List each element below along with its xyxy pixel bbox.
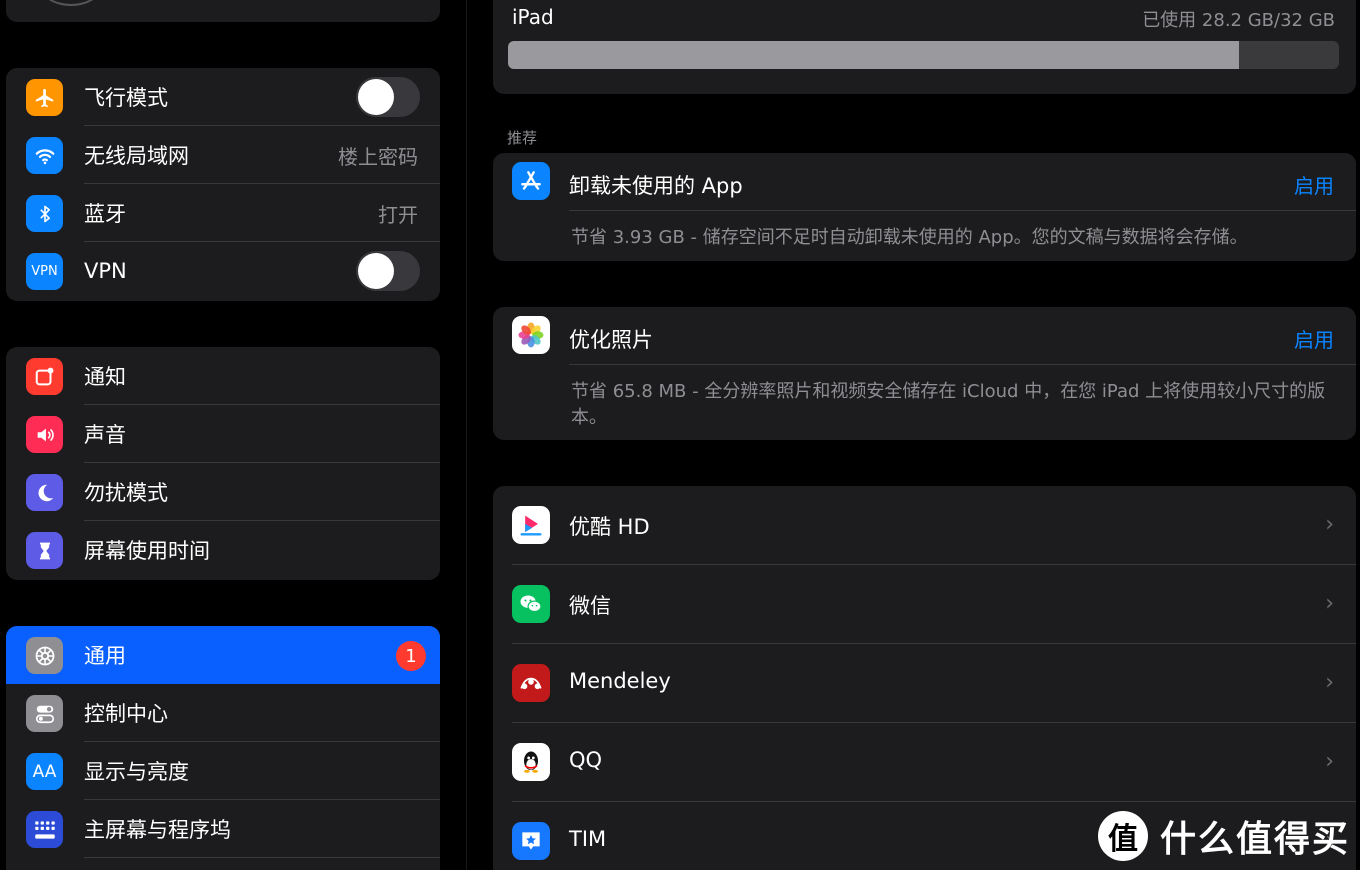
notifications-group: 通知 声音 勿扰模式 屏幕使用时间 (6, 347, 440, 580)
storage-bar-fill (508, 41, 1240, 69)
wechat-icon (512, 585, 550, 623)
bluetooth-status: 打开 (378, 202, 418, 227)
update-badge: 1 (396, 641, 426, 671)
sound-icon (26, 416, 63, 453)
app-name: QQ (569, 748, 603, 772)
sidebar-item-label: 主屏幕与程序坞 (84, 818, 231, 842)
connectivity-group: 飞行模式 无线局域网 楼上密码 蓝牙 打开 VPN VPN (6, 68, 440, 301)
qq-icon (512, 743, 550, 781)
sidebar-item-sound[interactable]: 声音 (6, 405, 440, 463)
row-divider (84, 857, 440, 858)
recommendation-header: 卸载未使用的 App 启用 (493, 153, 1356, 211)
list-item-qq[interactable]: QQ › (493, 723, 1356, 802)
airplane-icon (26, 79, 63, 116)
sidebar-item-display-brightness[interactable]: AA 显示与亮度 (6, 742, 440, 800)
app-name: 微信 (569, 594, 611, 618)
recommendation-description: 节省 3.93 GB - 储存空间不足时自动卸载未使用的 App。您的文稿与数据… (571, 227, 1248, 248)
general-group: 通用 1 控制中心 AA 显示与亮度 主屏幕与程序坞 (6, 626, 440, 870)
sidebar-item-label: 显示与亮度 (84, 760, 189, 784)
sidebar-item-label: VPN (84, 259, 127, 283)
recommendation-description: 节省 65.8 MB - 全分辨率照片和视频安全储存在 iCloud 中，在您 … (571, 381, 1326, 428)
sidebar-item-general[interactable]: 通用 1 (6, 626, 440, 684)
watermark-symbol-icon: 值 (1097, 811, 1148, 861)
toggle-knob (358, 79, 394, 115)
control-center-icon (26, 695, 63, 732)
app-store-icon (512, 162, 550, 200)
sidebar-item-home-screen-dock[interactable]: 主屏幕与程序坞 (6, 800, 440, 858)
profile-card[interactable] (6, 0, 440, 22)
sidebar-item-label: 通用 (84, 644, 126, 668)
watermark-text: 什么值得买 (1159, 819, 1350, 860)
sidebar-item-control-center[interactable]: 控制中心 (6, 684, 440, 742)
wifi-network-name: 楼上密码 (338, 144, 418, 169)
tim-icon (512, 822, 550, 860)
vpn-toggle[interactable] (356, 251, 420, 291)
enable-optimize-photos-button[interactable]: 启用 (1294, 324, 1334, 353)
sidebar-item-screen-time[interactable]: 屏幕使用时间 (6, 521, 440, 579)
storage-used-text: 已使用 28.2 GB/32 GB (1142, 10, 1335, 31)
wifi-icon (26, 137, 63, 174)
list-item-wechat[interactable]: 微信 › (493, 565, 1356, 644)
enable-offload-button[interactable]: 启用 (1294, 170, 1334, 199)
airplane-mode-toggle[interactable] (356, 77, 420, 117)
notifications-icon (26, 358, 63, 395)
recommendation-optimize-photos: 优化照片 启用 节省 65.8 MB - 全分辨率照片和视频安全储存在 iClo… (493, 307, 1356, 440)
list-item-youku[interactable]: 优酷 HD › (493, 486, 1356, 565)
bluetooth-icon (26, 195, 63, 232)
recommendation-offload-apps: 卸载未使用的 App 启用 节省 3.93 GB - 储存空间不足时自动卸载未使… (493, 153, 1356, 261)
sidebar-item-bluetooth[interactable]: 蓝牙 打开 (6, 184, 440, 242)
vpn-icon: VPN (26, 253, 63, 290)
sidebar-item-label: 无线局域网 (84, 144, 189, 168)
avatar (38, 0, 104, 6)
storage-card: iPad 已使用 28.2 GB/32 GB (493, 0, 1356, 94)
sidebar-item-label: 声音 (84, 423, 126, 447)
sidebar: 飞行模式 无线局域网 楼上密码 蓝牙 打开 VPN VPN 通知 声音 勿扰模式… (0, 0, 466, 870)
watermark-logo: 值 什么值得买 (1097, 810, 1350, 862)
sidebar-item-wifi[interactable]: 无线局域网 楼上密码 (6, 126, 440, 184)
sidebar-item-label: 屏幕使用时间 (84, 539, 210, 563)
photos-icon (512, 316, 550, 354)
recommendation-title: 卸载未使用的 App (569, 174, 743, 198)
chevron-right-icon: › (1325, 670, 1334, 695)
mendeley-icon (512, 664, 550, 702)
app-name: TIM (569, 827, 607, 851)
moon-icon (26, 474, 63, 511)
sidebar-item-label: 蓝牙 (84, 202, 126, 226)
sidebar-item-label: 勿扰模式 (84, 481, 168, 505)
sidebar-item-label: 通知 (84, 365, 126, 389)
sidebar-item-label: 控制中心 (84, 702, 168, 726)
home-screen-icon (26, 811, 63, 848)
recommendations-header: 推荐 (507, 129, 538, 147)
gear-icon (26, 637, 63, 674)
recommendation-title: 优化照片 (569, 328, 653, 352)
ipad-storage-panel: iPad 已使用 28.2 GB/32 GB 推荐 卸载未使用的 App 启用 … (467, 0, 1360, 870)
watermark-symbol: 值 (1107, 822, 1138, 857)
row-divider (569, 364, 1356, 365)
youku-icon (512, 506, 550, 544)
list-item-mendeley[interactable]: Mendeley › (493, 644, 1356, 723)
chevron-right-icon: › (1325, 749, 1334, 774)
row-divider (569, 210, 1356, 211)
display-icon: AA (26, 753, 63, 790)
chevron-right-icon: › (1325, 512, 1334, 537)
app-name: 优酷 HD (569, 515, 650, 539)
sidebar-item-airplane-mode[interactable]: 飞行模式 (6, 68, 440, 126)
chevron-right-icon: › (1325, 591, 1334, 616)
app-name: Mendeley (569, 669, 671, 693)
device-name: iPad (512, 5, 554, 29)
recommendation-header: 优化照片 启用 (493, 307, 1356, 365)
sidebar-item-notifications[interactable]: 通知 (6, 347, 440, 405)
sidebar-item-label: 飞行模式 (84, 86, 168, 110)
hourglass-icon (26, 532, 63, 569)
sidebar-item-vpn[interactable]: VPN VPN (6, 242, 440, 300)
sidebar-item-do-not-disturb[interactable]: 勿扰模式 (6, 463, 440, 521)
toggle-knob (358, 253, 394, 289)
storage-bar (508, 41, 1339, 69)
